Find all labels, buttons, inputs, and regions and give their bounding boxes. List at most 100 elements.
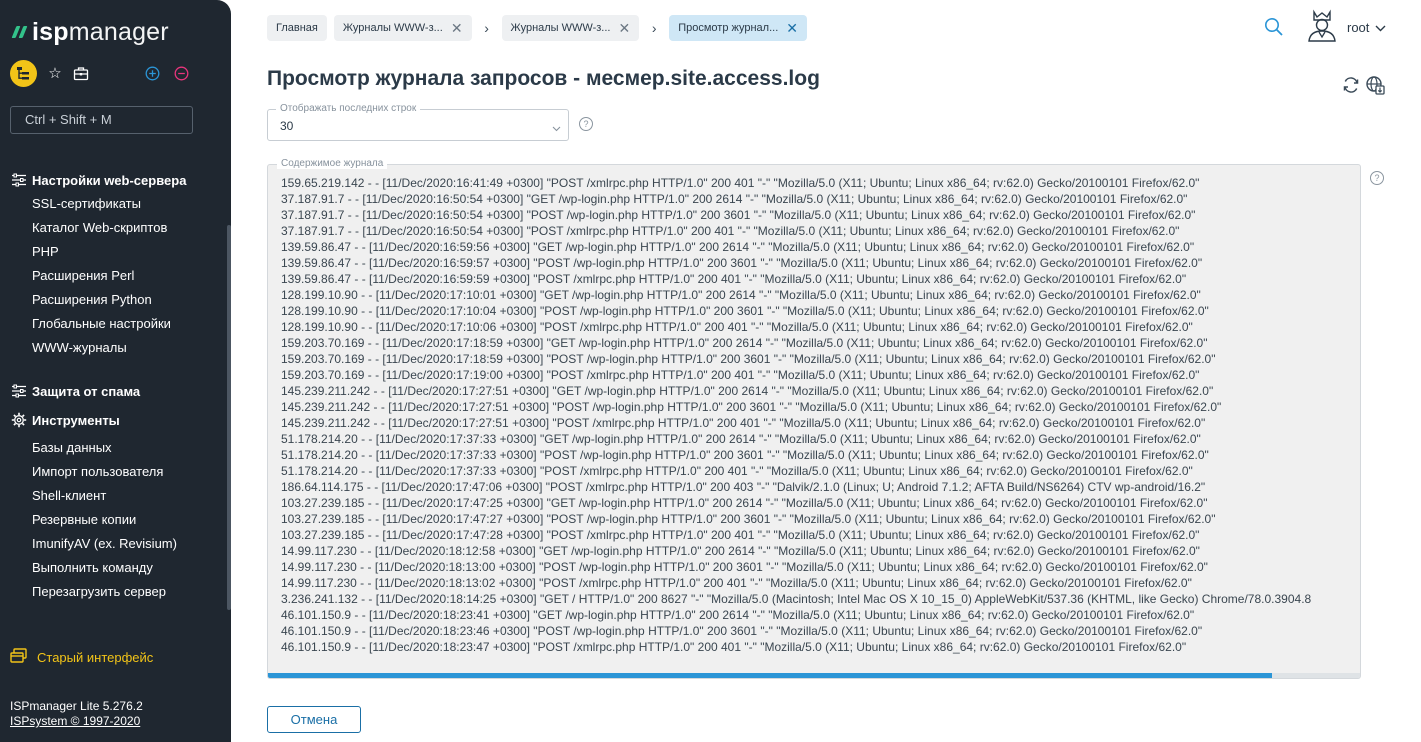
- breadcrumb-label: Журналы WWW-з...: [510, 22, 611, 34]
- sidebar-toolbar: ☆: [10, 60, 220, 88]
- log-line: 14.99.117.230 - - [11/Dec/2020:18:13:02 …: [281, 576, 1192, 590]
- lines-count-select[interactable]: Отображать последних строк 30: [267, 103, 569, 141]
- refresh-icon[interactable]: [1341, 75, 1361, 95]
- log-line: 37.187.91.7 - - [11/Dec/2020:16:50:54 +0…: [281, 224, 1180, 238]
- menu-group-head-web-server[interactable]: Настройки web-сервера: [10, 168, 220, 192]
- breadcrumb-home[interactable]: Главная: [267, 15, 327, 41]
- expand-all-icon[interactable]: [139, 60, 165, 86]
- briefcase-icon[interactable]: [68, 60, 94, 86]
- help-icon[interactable]: ?: [579, 117, 593, 131]
- log-content-textarea[interactable]: 159.65.219.142 - - [11/Dec/2020:16:41:49…: [267, 164, 1361, 679]
- menu-item-imunifyav[interactable]: ImunifyAV (ex. Revisium): [10, 532, 220, 556]
- version-info: ISPmanager Lite 5.276.2 ISPsystem © 1997…: [10, 699, 143, 729]
- log-line: 186.64.114.175 - - [11/Dec/2020:17:47:06…: [281, 480, 1206, 494]
- log-line: 37.187.91.7 - - [11/Dec/2020:16:50:54 +0…: [281, 208, 1196, 222]
- sidebar: isp manager ☆ Ctrl + Shift + M Настройки …: [0, 0, 231, 742]
- log-line: 159.203.70.169 - - [11/Dec/2020:17:18:59…: [281, 336, 1208, 350]
- avatar-icon[interactable]: [1305, 9, 1339, 43]
- menu-item-ssl[interactable]: SSL-сертификаты: [10, 192, 220, 216]
- menu-item-global-settings[interactable]: Глобальные настройки: [10, 312, 220, 336]
- menu-search-input[interactable]: Ctrl + Shift + M: [10, 106, 193, 134]
- menu-group-head-spam[interactable]: Защита от спама: [10, 379, 220, 403]
- log-lines: 159.65.219.142 - - [11/Dec/2020:16:41:49…: [281, 175, 1311, 655]
- menu-group-tools: Инструменты Базы данных Импорт пользоват…: [10, 408, 220, 604]
- log-line: 145.239.211.242 - - [11/Dec/2020:17:27:5…: [281, 400, 1222, 414]
- menu-group-spam: Защита от спама: [10, 379, 220, 403]
- menu-item-perl[interactable]: Расширения Perl: [10, 264, 220, 288]
- menu-item-python[interactable]: Расширения Python: [10, 288, 220, 312]
- menu-group-label: Настройки web-сервера: [32, 172, 187, 188]
- menu-tree-icon[interactable]: [10, 60, 37, 87]
- chevron-right-icon: ›: [484, 20, 489, 36]
- chevron-down-icon[interactable]: [552, 120, 561, 132]
- menu-item-www-logs[interactable]: WWW-журналы: [10, 336, 220, 360]
- log-line: 145.239.211.242 - - [11/Dec/2020:17:27:5…: [281, 384, 1214, 398]
- star-icon[interactable]: ☆: [42, 60, 68, 86]
- menu-item-reboot[interactable]: Перезагрузить сервер: [10, 580, 220, 604]
- log-line: 139.59.86.47 - - [11/Dec/2020:16:59:59 +…: [281, 272, 1187, 286]
- collapse-all-icon[interactable]: [168, 60, 194, 86]
- menu-item-databases[interactable]: Базы данных: [10, 436, 220, 460]
- menu-group-head-tools[interactable]: Инструменты: [10, 408, 220, 432]
- log-line: 159.203.70.169 - - [11/Dec/2020:17:19:00…: [281, 368, 1200, 382]
- breadcrumb-www-logs-1[interactable]: Журналы WWW-з... ✕: [333, 15, 472, 41]
- breadcrumb-label: Журналы WWW-з...: [342, 22, 443, 34]
- log-line: 103.27.239.185 - - [11/Dec/2020:17:47:28…: [281, 528, 1200, 542]
- menu-group-web-server: Настройки web-сервера SSL-сертификаты Ка…: [10, 168, 220, 360]
- log-line: 51.178.214.20 - - [11/Dec/2020:17:37:33 …: [281, 464, 1193, 478]
- copyright-link[interactable]: ISPsystem © 1997-2020: [10, 714, 143, 729]
- log-line: 3.236.241.132 - - [11/Dec/2020:18:14:25 …: [281, 592, 1312, 606]
- menu-item-web-scripts[interactable]: Каталог Web-скриптов: [10, 216, 220, 240]
- log-scrollbar-thumb[interactable]: [268, 673, 1272, 678]
- log-line: 46.101.150.9 - - [11/Dec/2020:18:23:47 +…: [281, 640, 1187, 654]
- log-line: 128.199.10.90 - - [11/Dec/2020:17:10:06 …: [281, 320, 1193, 334]
- menu-item-php[interactable]: PHP: [10, 240, 220, 264]
- log-line: 145.239.211.242 - - [11/Dec/2020:17:27:5…: [281, 416, 1206, 430]
- breadcrumb: Главная Журналы WWW-з... ✕ › Журналы WWW…: [267, 15, 808, 41]
- log-line: 14.99.117.230 - - [11/Dec/2020:18:13:00 …: [281, 560, 1208, 574]
- gear-icon: [10, 411, 28, 429]
- help-icon[interactable]: ?: [1370, 171, 1384, 185]
- old-interface-label: Старый интерфейс: [37, 649, 154, 665]
- menu-item-run-command[interactable]: Выполнить команду: [10, 556, 220, 580]
- sliders-icon: [10, 382, 28, 400]
- log-line: 51.178.214.20 - - [11/Dec/2020:17:37:33 …: [281, 448, 1209, 462]
- page-title: Просмотр журнала запросов - месмеp.site.…: [267, 67, 820, 90]
- logo-mark-icon: [11, 25, 28, 39]
- close-icon[interactable]: ✕: [451, 21, 463, 35]
- close-icon[interactable]: ✕: [618, 21, 630, 35]
- log-content-label: Содержимое журнала: [277, 158, 388, 169]
- log-horizontal-scrollbar[interactable]: [268, 673, 1360, 678]
- chevron-right-icon: ›: [651, 20, 657, 36]
- log-line: 128.199.10.90 - - [11/Dec/2020:17:10:04 …: [281, 304, 1209, 318]
- close-icon[interactable]: ✕: [786, 21, 798, 35]
- menu-item-backups[interactable]: Резервные копии: [10, 508, 220, 532]
- user-name[interactable]: root: [1347, 20, 1369, 35]
- menu-item-import-user[interactable]: Импорт пользователя: [10, 460, 220, 484]
- globe-download-icon[interactable]: [1365, 75, 1385, 95]
- lines-count-value: 30: [280, 119, 294, 133]
- breadcrumb-view-log[interactable]: Просмотр журнал... ✕: [669, 15, 808, 41]
- log-line: 14.99.117.230 - - [11/Dec/2020:18:12:58 …: [281, 544, 1200, 558]
- menu-group-label: Инструменты: [32, 412, 120, 428]
- old-interface-link[interactable]: Старый интерфейс: [10, 648, 153, 666]
- log-line: 46.101.150.9 - - [11/Dec/2020:18:23:41 +…: [281, 608, 1195, 622]
- breadcrumb-label: Главная: [276, 22, 318, 34]
- menu-item-shell[interactable]: Shell-клиент: [10, 484, 220, 508]
- logo-text-isp: isp: [32, 17, 69, 46]
- cancel-button[interactable]: Отмена: [267, 706, 361, 733]
- chevron-down-icon[interactable]: [1375, 21, 1386, 32]
- log-line: 159.65.219.142 - - [11/Dec/2020:16:41:49…: [281, 176, 1200, 190]
- sliders-icon: [10, 171, 28, 189]
- log-line: 139.59.86.47 - - [11/Dec/2020:16:59:56 +…: [281, 240, 1195, 254]
- log-line: 46.101.150.9 - - [11/Dec/2020:18:23:46 +…: [281, 624, 1203, 638]
- menu-group-label: Защита от спама: [32, 383, 141, 399]
- log-line: 139.59.86.47 - - [11/Dec/2020:16:59:57 +…: [281, 256, 1203, 270]
- breadcrumb-www-logs-2[interactable]: Журналы WWW-з... ✕: [501, 15, 640, 41]
- version-text: ISPmanager Lite 5.276.2: [10, 699, 143, 713]
- sidebar-scrollbar[interactable]: [227, 225, 231, 610]
- logo[interactable]: isp manager: [11, 18, 169, 46]
- lines-count-label: Отображать последних строк: [276, 103, 421, 114]
- logo-text-manager: manager: [68, 17, 169, 46]
- search-icon[interactable]: [1263, 16, 1285, 38]
